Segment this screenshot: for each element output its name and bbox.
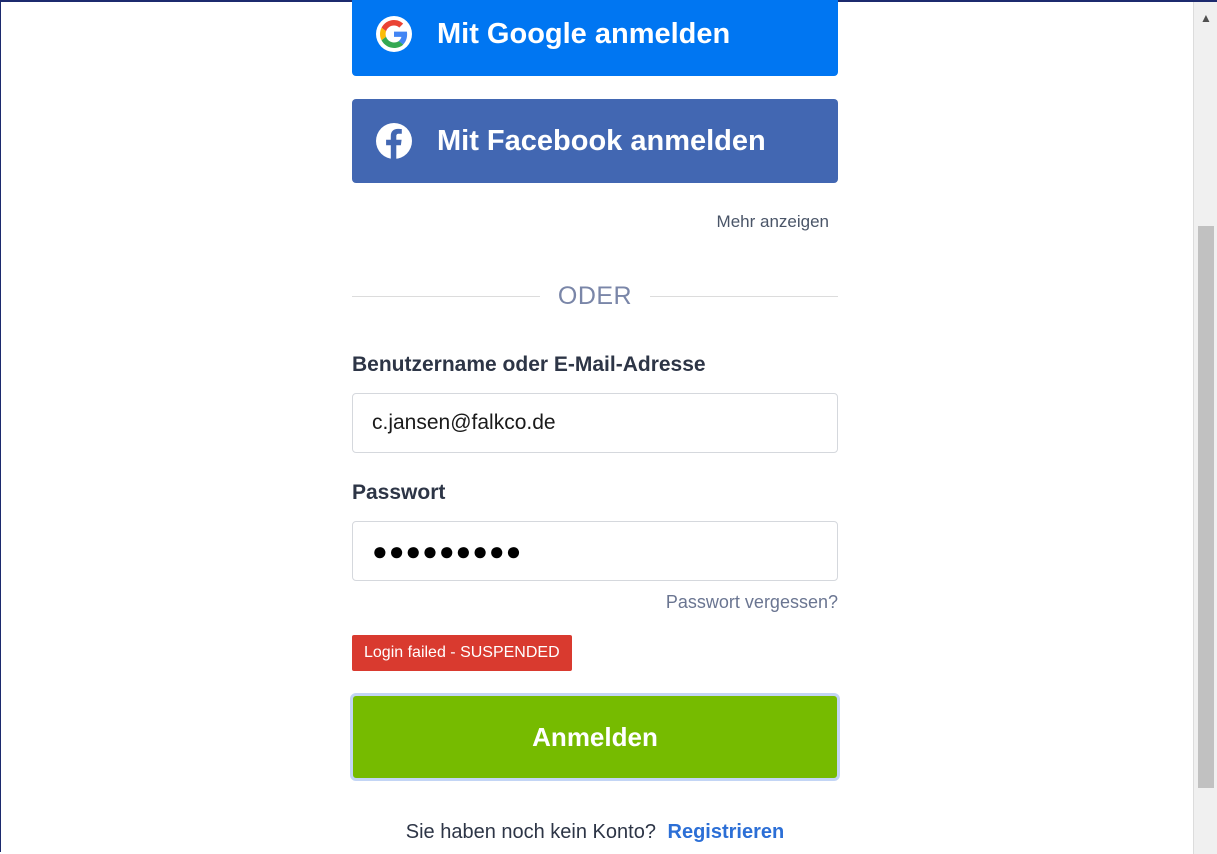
divider-line-right [650, 296, 838, 297]
divider-line-left [352, 296, 540, 297]
register-link[interactable]: Registrieren [668, 821, 785, 843]
password-input[interactable]: ●●●●●●●●● [352, 521, 838, 581]
page-frame: Mit Google anmelden Mit Facebook anmelde… [0, 0, 1217, 854]
facebook-login-button[interactable]: Mit Facebook anmelden [352, 99, 838, 183]
login-error-badge: Login failed - SUSPENDED [352, 635, 572, 671]
username-value: c.jansen@falkco.de [372, 411, 556, 434]
facebook-login-label: Mit Facebook anmelden [437, 124, 766, 157]
username-label: Benutzername oder E-Mail-Adresse [352, 353, 706, 376]
password-label: Passwort [352, 481, 446, 504]
scrollbar-thumb[interactable] [1198, 226, 1214, 788]
facebook-icon [376, 123, 412, 159]
login-submit-label: Anmelden [532, 721, 658, 752]
google-login-button[interactable]: Mit Google anmelden [352, 0, 838, 76]
username-input[interactable]: c.jansen@falkco.de [352, 393, 838, 453]
forgot-password-link[interactable]: Passwort vergessen? [352, 592, 838, 613]
google-icon [376, 16, 412, 52]
register-prompt: Sie haben noch kein Konto? Registrieren [352, 821, 838, 844]
show-more-link[interactable]: Mehr anzeigen [352, 212, 829, 232]
register-prompt-text: Sie haben noch kein Konto? [405, 821, 656, 843]
google-login-label: Mit Google anmelden [437, 17, 731, 50]
scroll-up-arrow-icon[interactable]: ▲ [1194, 4, 1217, 32]
password-value: ●●●●●●●●● [372, 535, 523, 566]
login-error-text: Login failed - SUSPENDED [364, 644, 560, 661]
login-submit-button[interactable]: Anmelden [350, 693, 840, 781]
divider-text: ODER [557, 282, 633, 310]
vertical-scrollbar[interactable]: ▲ [1193, 2, 1217, 854]
